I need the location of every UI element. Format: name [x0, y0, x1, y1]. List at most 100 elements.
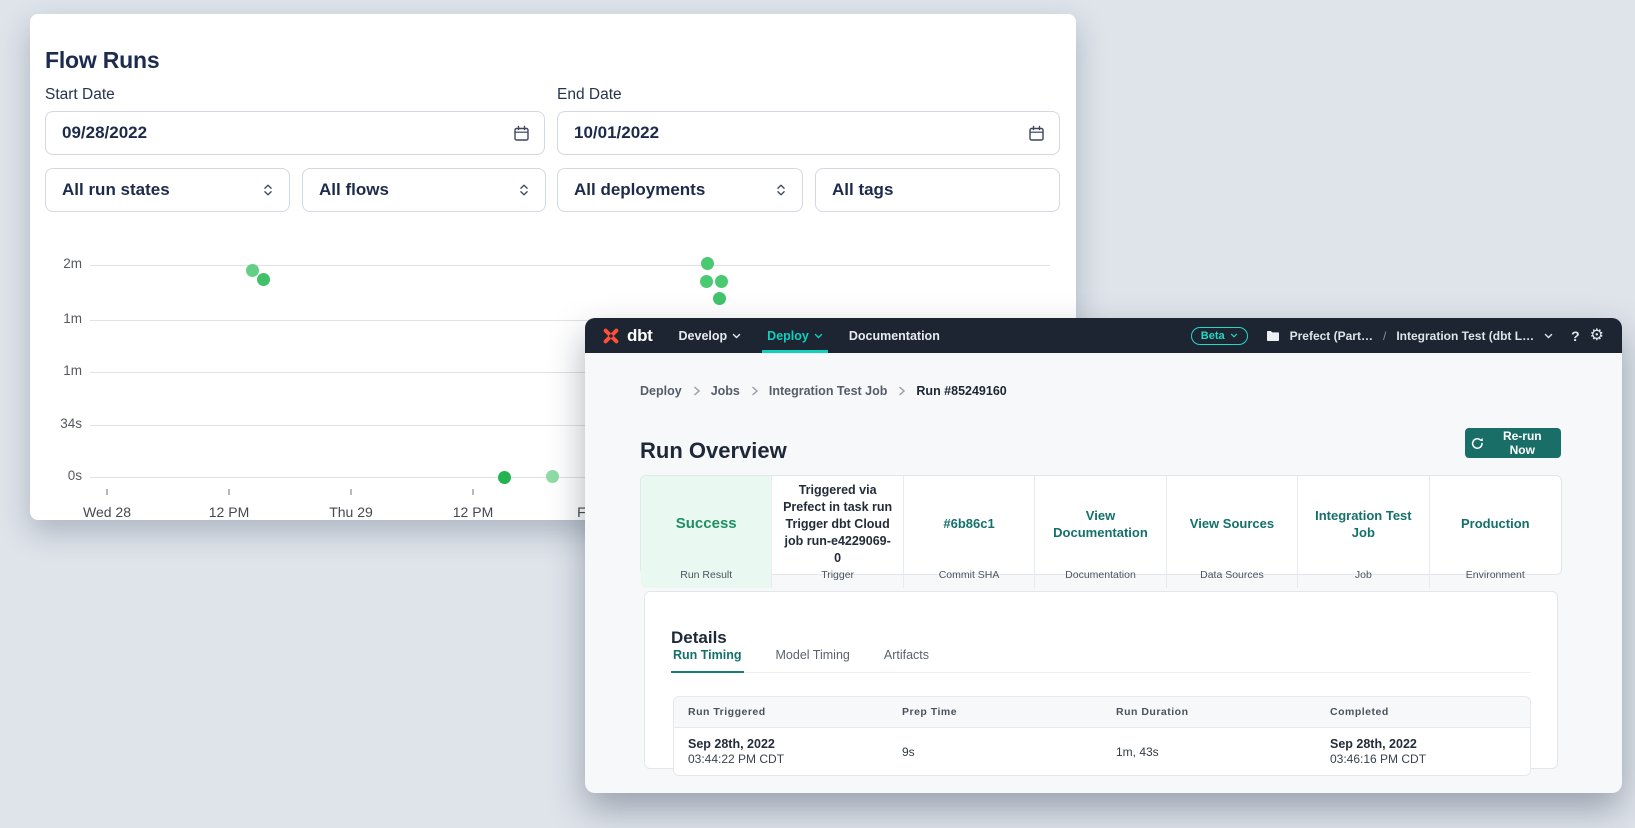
- flow-run-point[interactable]: [713, 292, 726, 305]
- job-link[interactable]: Integration Test Job: [1307, 507, 1419, 542]
- flow-run-point[interactable]: [715, 275, 728, 288]
- details-tabs: Run Timing Model Timing Artifacts: [671, 648, 1531, 673]
- project-name[interactable]: Integration Test (dbt L…: [1396, 329, 1534, 343]
- x-axis-tick-mark: [228, 489, 230, 495]
- dbt-window: dbt Develop Deploy Documentation Beta Pr…: [585, 318, 1622, 793]
- view-sources-link[interactable]: View Sources: [1190, 515, 1274, 533]
- x-axis-tick-mark: [472, 489, 474, 495]
- y-axis-tick-label: 1m: [38, 363, 82, 378]
- x-axis-tick-label: Thu 29: [316, 504, 386, 520]
- help-icon[interactable]: ?: [1571, 328, 1580, 344]
- cell-prep-time: 9s: [888, 745, 1102, 759]
- tab-run-timing[interactable]: Run Timing: [671, 648, 744, 673]
- x-axis-tick-label: Wed 28: [72, 504, 142, 520]
- card-label: Data Sources: [1167, 569, 1297, 581]
- folder-icon: [1266, 330, 1280, 342]
- nav-develop[interactable]: Develop: [679, 318, 742, 353]
- dbt-logo[interactable]: dbt: [601, 326, 653, 346]
- rerun-now-button[interactable]: Re-run Now: [1465, 428, 1561, 458]
- flow-run-point[interactable]: [701, 257, 714, 270]
- table-header-row: Run Triggered Prep Time Run Duration Com…: [674, 697, 1530, 728]
- refresh-icon: [1471, 437, 1484, 450]
- breadcrumb-job[interactable]: Integration Test Job: [769, 384, 888, 398]
- x-axis-tick-label: 12 PM: [438, 504, 508, 520]
- header-prep-time: Prep Time: [888, 706, 1102, 718]
- nav-documentation[interactable]: Documentation: [849, 318, 940, 353]
- chevron-right-icon: [693, 386, 700, 396]
- completed-time: 03:46:16 PM CDT: [1330, 752, 1530, 766]
- nav-deploy[interactable]: Deploy: [767, 318, 823, 353]
- run-triggered-time: 03:44:22 PM CDT: [688, 752, 888, 766]
- y-axis-tick-label: 1m: [38, 311, 82, 326]
- y-axis-tick-label: 0s: [38, 468, 82, 483]
- view-documentation-link[interactable]: View Documentation: [1044, 507, 1156, 542]
- card-data-sources: View Sources Data Sources: [1167, 476, 1298, 588]
- account-name[interactable]: Prefect (Part…: [1290, 329, 1373, 343]
- card-environment: Production Environment: [1430, 476, 1561, 588]
- breadcrumb-deploy[interactable]: Deploy: [640, 384, 682, 398]
- chevron-down-icon: [732, 333, 741, 339]
- navbar-right-group: Beta Prefect (Part… / Integration Test (…: [1191, 327, 1604, 345]
- details-title: Details: [671, 628, 727, 648]
- beta-dropdown[interactable]: Beta: [1191, 327, 1248, 345]
- card-label: Environment: [1430, 569, 1561, 581]
- card-job: Integration Test Job Job: [1298, 476, 1429, 588]
- flow-run-point[interactable]: [246, 264, 259, 277]
- card-label: Documentation: [1035, 569, 1165, 581]
- breadcrumb-run: Run #85249160: [916, 384, 1006, 398]
- gridline: [90, 265, 1050, 266]
- dbt-logo-text: dbt: [627, 326, 653, 346]
- gear-icon[interactable]: ⚙: [1590, 328, 1604, 344]
- run-triggered-date: Sep 28th, 2022: [688, 737, 888, 751]
- chevron-down-icon: [1230, 333, 1238, 338]
- beta-label: Beta: [1201, 330, 1225, 342]
- breadcrumb-separator: /: [1383, 329, 1386, 343]
- card-label: Job: [1298, 569, 1428, 581]
- run-result-value: Success: [676, 514, 737, 534]
- y-axis-tick-label: 34s: [38, 416, 82, 431]
- header-completed: Completed: [1316, 706, 1530, 718]
- x-axis-tick-mark: [350, 489, 352, 495]
- nav-documentation-label: Documentation: [849, 329, 940, 343]
- table-row: Sep 28th, 2022 03:44:22 PM CDT 9s 1m, 43…: [674, 728, 1530, 775]
- flow-run-point[interactable]: [257, 273, 270, 286]
- chevron-right-icon: [898, 386, 905, 396]
- dbt-logo-icon: [601, 326, 621, 346]
- flow-run-point[interactable]: [498, 471, 511, 484]
- flow-run-point[interactable]: [700, 275, 713, 288]
- card-documentation: View Documentation Documentation: [1035, 476, 1166, 588]
- completed-date: Sep 28th, 2022: [1330, 737, 1530, 751]
- cell-run-triggered: Sep 28th, 2022 03:44:22 PM CDT: [674, 737, 888, 766]
- cell-run-duration: 1m, 43s: [1102, 745, 1316, 759]
- y-axis-tick-label: 2m: [38, 256, 82, 271]
- card-trigger: Triggered via Prefect in task run Trigge…: [772, 476, 903, 588]
- run-overview-title: Run Overview: [640, 438, 787, 464]
- breadcrumb-jobs[interactable]: Jobs: [711, 384, 740, 398]
- header-run-triggered: Run Triggered: [674, 706, 888, 718]
- rerun-now-label: Re-run Now: [1490, 429, 1555, 457]
- card-run-result: Success Run Result: [641, 476, 772, 588]
- dbt-navbar: dbt Develop Deploy Documentation Beta Pr…: [585, 318, 1622, 353]
- x-axis-tick-mark: [106, 489, 108, 495]
- tab-artifacts[interactable]: Artifacts: [882, 648, 931, 673]
- nav-develop-label: Develop: [679, 329, 728, 343]
- breadcrumb: Deploy Jobs Integration Test Job Run #85…: [640, 384, 1007, 398]
- card-label: Trigger: [772, 569, 902, 581]
- details-card: Details Run Timing Model Timing Artifact…: [644, 591, 1558, 769]
- run-timing-table: Run Triggered Prep Time Run Duration Com…: [673, 696, 1531, 776]
- chevron-right-icon: [751, 386, 758, 396]
- tab-model-timing[interactable]: Model Timing: [774, 648, 852, 673]
- desktop: Flow Runs Start Date 09/28/2022 End Date…: [0, 0, 1635, 828]
- flow-run-point[interactable]: [546, 470, 559, 483]
- x-axis-tick-label: 12 PM: [194, 504, 264, 520]
- environment-link[interactable]: Production: [1461, 515, 1530, 533]
- header-run-duration: Run Duration: [1102, 706, 1316, 718]
- card-label: Commit SHA: [904, 569, 1034, 581]
- chevron-down-icon[interactable]: [1544, 333, 1553, 339]
- cell-completed: Sep 28th, 2022 03:46:16 PM CDT: [1316, 737, 1530, 766]
- card-commit-sha: #6b86c1 Commit SHA: [904, 476, 1035, 588]
- chevron-down-icon: [814, 333, 823, 339]
- card-label: Run Result: [641, 569, 771, 581]
- commit-sha-link[interactable]: #6b86c1: [943, 515, 994, 533]
- run-summary-cards: Success Run Result Triggered via Prefect…: [640, 475, 1562, 575]
